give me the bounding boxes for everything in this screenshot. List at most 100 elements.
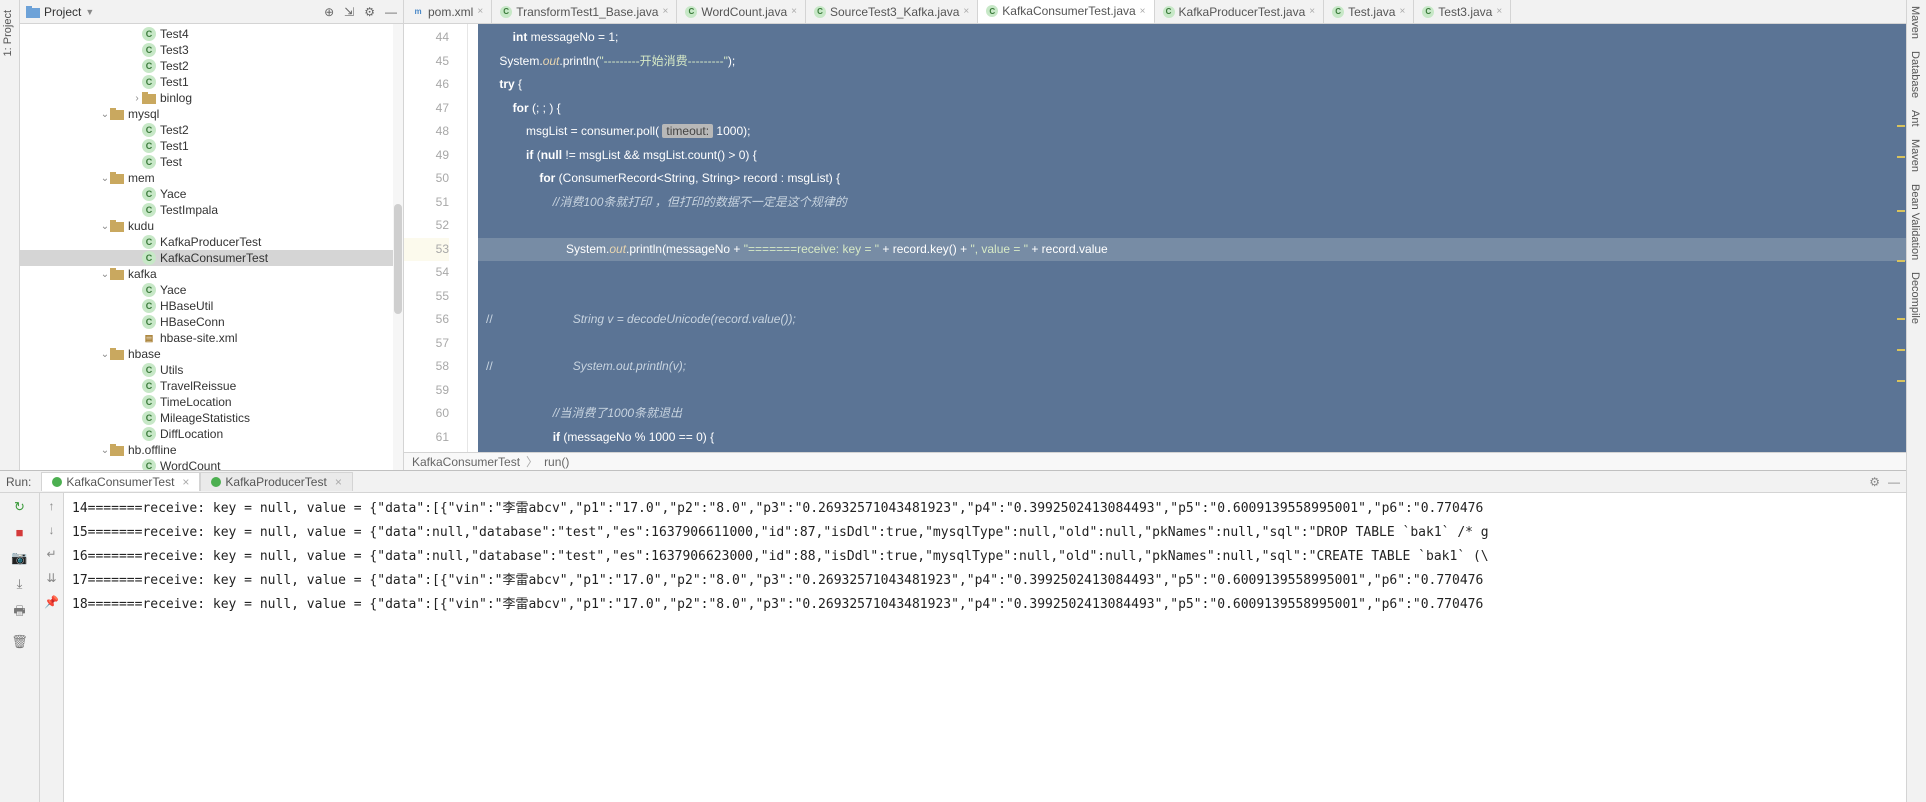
up-icon[interactable]: ↑ [49,499,55,513]
run-tab[interactable]: KafkaProducerTest× [200,472,352,491]
code-line[interactable] [478,285,1906,309]
code-line[interactable]: //消费100条就打印 ，但打印的数据不一定是这个规律的 [478,191,1906,215]
editor-tab[interactable]: CKafkaProducerTest.java× [1155,0,1325,23]
tree-item[interactable]: ⌄mem [20,170,403,186]
code-line[interactable] [478,332,1906,356]
close-icon[interactable]: × [963,6,969,17]
tree-item[interactable]: CTestImpala [20,202,403,218]
chevron-down-icon[interactable]: ⌄ [100,269,110,280]
right-tool-tab[interactable]: Maven [1907,0,1923,45]
tree-item[interactable]: CMileageStatistics [20,410,403,426]
run-tab[interactable]: KafkaConsumerTest× [41,472,200,491]
editor-tab[interactable]: CWordCount.java× [677,0,806,23]
breadcrumb-class[interactable]: KafkaConsumerTest [412,455,520,469]
code-line[interactable]: for (ConsumerRecord<String, String> reco… [478,167,1906,191]
code-line[interactable]: for (; ; ) { [478,97,1906,121]
code-line[interactable]: // System.out.println(v); [478,355,1906,379]
close-icon[interactable]: × [1496,6,1502,17]
hide-icon[interactable]: — [385,5,397,19]
tree-item[interactable]: CTest3 [20,42,403,58]
code-line[interactable]: System.out.println("---------开始消费-------… [478,50,1906,74]
editor-breadcrumb[interactable]: KafkaConsumerTest 〉 run() [404,452,1906,470]
tree-scrollbar[interactable] [393,24,403,470]
editor-tab[interactable]: CSourceTest3_Kafka.java× [806,0,978,23]
code-line[interactable]: if (null != msgList && msgList.count() >… [478,144,1906,168]
close-icon[interactable]: × [1399,6,1405,17]
breadcrumb-method[interactable]: run() [544,455,569,469]
tree-item[interactable]: CYace [20,282,403,298]
print-icon[interactable]: 🖶 [13,602,25,624]
tree-item[interactable]: CTravelReissue [20,378,403,394]
chevron-down-icon[interactable]: ⌄ [100,221,110,232]
code-line[interactable]: System.out.println(messageNo + "=======r… [478,238,1906,262]
down-icon[interactable]: ↓ [49,523,55,537]
trash-icon[interactable]: 🗑 [11,634,28,650]
code-marker-stripe[interactable] [1894,48,1906,434]
project-tree[interactable]: CTest4CTest3CTest2CTest1›binlog⌄mysqlCTe… [20,24,403,470]
tree-item[interactable]: CTest1 [20,138,403,154]
right-tool-tab[interactable]: Maven [1907,133,1923,178]
editor-tab[interactable]: CTest3.java× [1414,0,1511,23]
tree-item[interactable]: CYace [20,186,403,202]
wrap-icon[interactable]: ↵ [46,547,56,561]
code-content[interactable]: int messageNo = 1; System.out.println("-… [478,24,1906,452]
close-icon[interactable]: × [1140,6,1146,17]
tree-item[interactable]: CKafkaProducerTest [20,234,403,250]
tree-item[interactable]: CTest [20,154,403,170]
tree-item[interactable]: ›binlog [20,90,403,106]
tree-item[interactable]: CTest2 [20,58,403,74]
tree-item[interactable]: CTest1 [20,74,403,90]
code-line[interactable] [478,214,1906,238]
close-icon[interactable]: × [335,475,342,489]
chevron-down-icon[interactable]: ⌄ [100,349,110,360]
tree-item[interactable]: ⌄hb.offline [20,442,403,458]
camera-icon[interactable]: 📷 [11,550,27,566]
code-line[interactable]: // String v = decodeUnicode(record.value… [478,308,1906,332]
tree-item[interactable]: ⌄kafka [20,266,403,282]
close-icon[interactable]: × [182,475,189,489]
tree-item[interactable]: CTest2 [20,122,403,138]
editor-tab[interactable]: CTest.java× [1324,0,1414,23]
tree-item[interactable]: ▤hbase-site.xml [20,330,403,346]
close-icon[interactable]: × [477,6,483,17]
pin-icon[interactable]: 📌 [44,595,59,609]
tree-item[interactable]: ⌄mysql [20,106,403,122]
close-icon[interactable]: × [662,6,668,17]
export-icon[interactable]: ⤓ [17,576,23,592]
chevron-right-icon[interactable]: › [132,93,142,104]
tree-item[interactable]: CWordCount [20,458,403,470]
rerun-icon[interactable]: ↻ [14,499,25,515]
code-editor[interactable]: 444546474849505152535455565758596061 int… [404,24,1906,452]
tool-project-tab[interactable]: 1: Project [0,4,16,62]
tree-item[interactable]: CHBaseUtil [20,298,403,314]
console-output[interactable]: 14=======receive: key = null, value = {"… [64,493,1906,802]
chevron-down-icon[interactable]: ⌄ [100,173,110,184]
tree-item[interactable]: ⌄kudu [20,218,403,234]
stop-icon[interactable]: ■ [16,525,24,540]
collapse-icon[interactable]: ⇲ [344,5,354,19]
chevron-down-icon[interactable]: ⌄ [100,109,110,120]
tree-item[interactable]: CTimeLocation [20,394,403,410]
scroll-icon[interactable]: ⇊ [46,571,56,585]
code-line[interactable]: //当消费了1000条就退出 [478,402,1906,426]
close-icon[interactable]: × [1309,6,1315,17]
tree-item[interactable]: CDiffLocation [20,426,403,442]
run-gear-icon[interactable]: ⚙ [1869,475,1880,489]
editor-tab[interactable]: CTransformTest1_Base.java× [492,0,677,23]
project-panel-title[interactable]: Project ▼ [26,5,94,19]
run-hide-icon[interactable]: — [1888,475,1900,489]
code-line[interactable] [478,261,1906,285]
tree-item[interactable]: CTest4 [20,26,403,42]
gear-icon[interactable]: ⚙ [364,5,375,19]
chevron-down-icon[interactable]: ⌄ [100,445,110,456]
close-icon[interactable]: × [791,6,797,17]
tree-item[interactable]: CUtils [20,362,403,378]
code-line[interactable] [478,379,1906,403]
tree-item[interactable]: CKafkaConsumerTest [20,250,403,266]
right-tool-tab[interactable]: Database [1907,45,1923,104]
right-tool-tab[interactable]: Ant [1907,104,1923,133]
tree-scrollbar-thumb[interactable] [394,204,402,314]
editor-tab[interactable]: CKafkaConsumerTest.java× [978,0,1154,24]
code-line[interactable]: if (messageNo % 1000 == 0) { [478,426,1906,450]
editor-tab[interactable]: mpom.xml× [404,0,492,23]
